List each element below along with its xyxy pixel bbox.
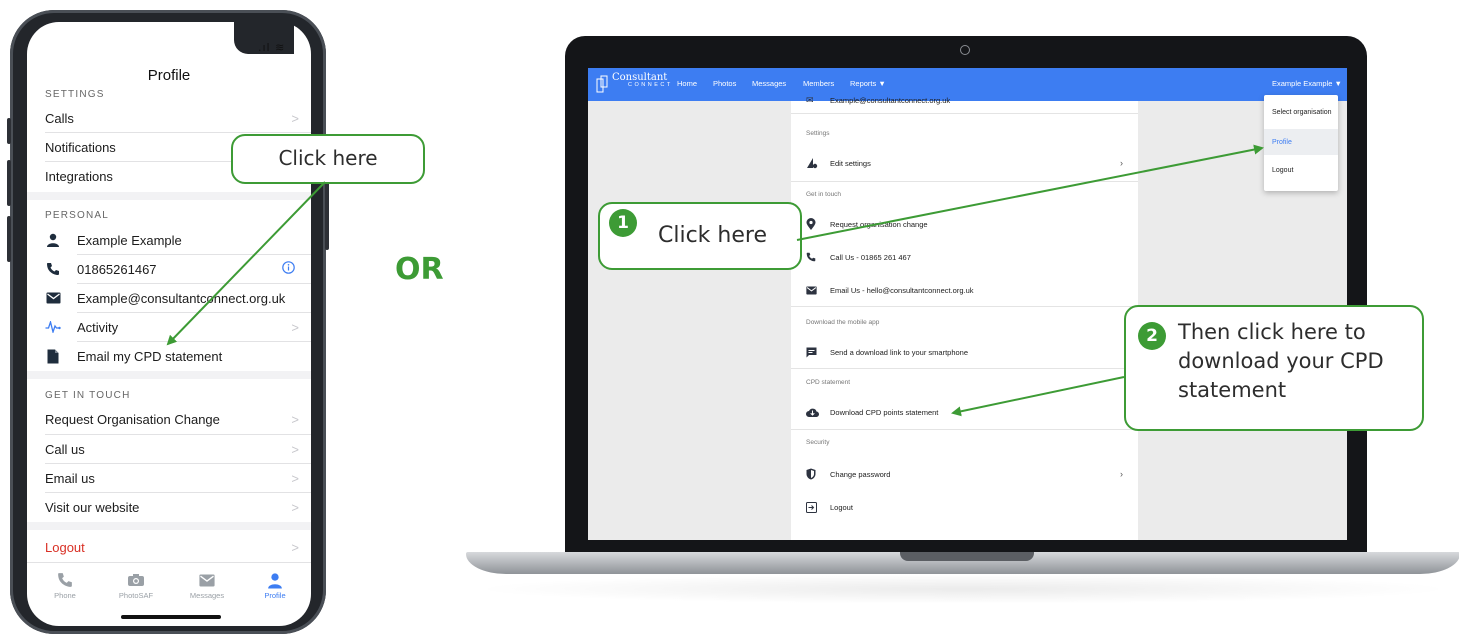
arrow-phone — [166, 181, 326, 346]
callout-arrows — [166, 144, 1264, 417]
arrow-step-2 — [951, 376, 1125, 417]
arrow-step-1 — [796, 144, 1264, 241]
